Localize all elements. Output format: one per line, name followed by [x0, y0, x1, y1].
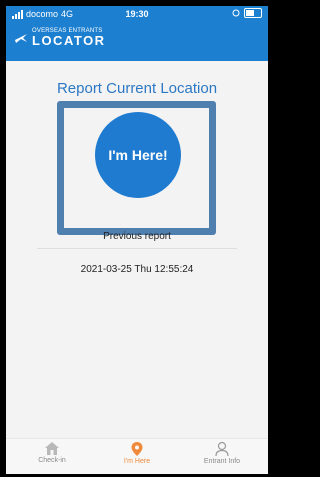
tab-bar: Check-in I'm Here Entrant Info: [6, 438, 268, 474]
im-here-frame: I'm Here!: [57, 101, 216, 235]
status-bar: docomo 4G 19:30: [6, 6, 268, 22]
battery-icon: [244, 8, 262, 18]
status-time: 19:30: [125, 9, 149, 19]
status-indicators: [232, 8, 262, 18]
app-screen: docomo 4G 19:30 OVERSEAS ENTRANTS LOCATO…: [6, 6, 268, 474]
location-arrow-icon: [232, 9, 240, 17]
divider: [37, 248, 237, 249]
app-logo: OVERSEAS ENTRANTS LOCATOR: [14, 28, 106, 47]
page-title: Report Current Location: [56, 80, 218, 97]
location-pin-icon: [131, 442, 143, 456]
logo-big-text: LOCATOR: [32, 33, 106, 48]
tab-label: Check-in: [38, 457, 66, 464]
tab-label: Entrant Info: [203, 458, 241, 465]
previous-report-label: Previous report: [103, 231, 171, 242]
tab-label: I'm Here: [123, 458, 151, 465]
house-icon: [45, 442, 59, 455]
previous-report-time: 2021-03-25 Thu 12:55:24: [80, 264, 194, 275]
tab-check-in[interactable]: Check-in: [12, 441, 92, 464]
tab-entrant-info[interactable]: Entrant Info: [182, 441, 262, 465]
person-icon: [215, 441, 229, 457]
tab-im-here[interactable]: I'm Here: [97, 441, 177, 465]
plane-icon: [15, 33, 27, 43]
app-header: docomo 4G 19:30 OVERSEAS ENTRANTS LOCATO…: [6, 6, 268, 61]
im-here-button[interactable]: I'm Here!: [95, 112, 181, 198]
